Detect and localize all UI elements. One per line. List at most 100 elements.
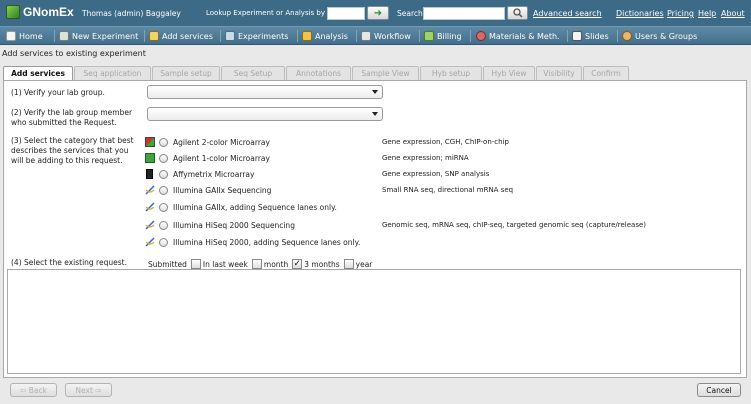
panel-title: Add services to existing experiment bbox=[2, 49, 146, 58]
submitted-label: Submitted bbox=[148, 259, 187, 269]
tab-hyb-setup[interactable]: Hyb setup bbox=[420, 66, 482, 80]
cancel-button[interactable]: Cancel bbox=[697, 383, 741, 397]
category-radio[interactable] bbox=[159, 202, 168, 212]
nav-divider bbox=[419, 30, 420, 42]
lookup-label: Lookup Experiment or Analysis by # bbox=[206, 9, 334, 17]
tab-seq-application[interactable]: Seq application bbox=[74, 66, 151, 80]
filter-3-months-checkbox[interactable]: ✓ bbox=[292, 258, 303, 269]
dictionaries-link[interactable]: Dictionaries bbox=[616, 9, 664, 18]
top-header: GNomEx Thomas (admin) Baggaley Lookup Ex… bbox=[0, 0, 751, 26]
search-input[interactable] bbox=[423, 7, 505, 20]
step1-label: (1) Verify your lab group. bbox=[11, 88, 105, 97]
step3-label: (3) Select the category that best descri… bbox=[11, 136, 134, 165]
house-icon bbox=[6, 31, 16, 41]
app-logo: GNomEx bbox=[6, 5, 74, 19]
category-radio[interactable] bbox=[159, 237, 168, 247]
gnomex-logo-icon bbox=[6, 5, 20, 19]
category-option[interactable]: Illumina HiSeq 2000, adding Sequence lan… bbox=[145, 236, 360, 248]
money-icon bbox=[424, 31, 434, 41]
chart-icon bbox=[302, 31, 312, 41]
slide-icon bbox=[572, 31, 582, 41]
search-label: Search bbox=[397, 9, 423, 18]
affymetrix-icon bbox=[146, 169, 153, 179]
pricing-link[interactable]: Pricing bbox=[667, 9, 694, 18]
category-option[interactable]: Illumina GAIIx Sequencing bbox=[145, 184, 271, 196]
users-icon bbox=[622, 31, 632, 41]
tab-confirm[interactable]: Confirm bbox=[583, 66, 629, 80]
category-option[interactable]: Agilent 1-color Microarray bbox=[145, 152, 270, 164]
category-radio[interactable] bbox=[159, 220, 168, 230]
category-radio[interactable] bbox=[159, 137, 168, 147]
category-description: Gene expression; miRNA bbox=[382, 154, 469, 162]
nav-analysis[interactable]: Analysis bbox=[302, 29, 348, 43]
nav-divider bbox=[54, 30, 55, 42]
agilent-2color-icon bbox=[145, 137, 155, 147]
nav-slides[interactable]: Slides bbox=[572, 29, 609, 43]
tab-sample-setup[interactable]: Sample setup bbox=[152, 66, 220, 80]
advanced-search-link[interactable]: Advanced search bbox=[533, 9, 602, 18]
tab-visibility[interactable]: Visibility bbox=[536, 66, 582, 80]
category-option[interactable]: Agilent 2-color Microarray bbox=[145, 136, 270, 148]
existing-requests-list[interactable] bbox=[7, 269, 741, 374]
category-option[interactable]: Illumina GAIIx, adding Sequence lanes on… bbox=[145, 201, 337, 213]
agilent-1color-icon bbox=[145, 153, 155, 163]
tab-hyb-view[interactable]: Hyb View bbox=[483, 66, 535, 80]
flask-icon bbox=[59, 31, 69, 41]
dropdown-arrow-icon bbox=[372, 112, 378, 116]
category-radio[interactable] bbox=[159, 153, 168, 163]
nav-divider bbox=[617, 30, 618, 42]
tab-annotations[interactable]: Annotations bbox=[286, 66, 351, 80]
back-button[interactable]: ⇦ Back bbox=[10, 383, 57, 397]
category-radio[interactable] bbox=[159, 185, 168, 195]
dna-icon bbox=[145, 202, 155, 212]
lab-group-select[interactable] bbox=[147, 85, 383, 99]
workflow-icon bbox=[361, 31, 371, 41]
lookup-input[interactable] bbox=[327, 7, 365, 20]
nav-experiments[interactable]: Experiments bbox=[225, 29, 288, 43]
filter-last-week-checkbox[interactable] bbox=[190, 259, 201, 269]
category-description: Gene expression, SNP analysis bbox=[382, 170, 490, 178]
tab-seq-setup[interactable]: Seq Setup bbox=[221, 66, 285, 80]
category-description: Gene expression, CGH, ChIP-on-chip bbox=[382, 138, 509, 146]
category-radio[interactable] bbox=[159, 169, 168, 179]
lookup-go-button[interactable]: ➜ bbox=[367, 6, 389, 20]
nav-divider bbox=[220, 30, 221, 42]
category-option[interactable]: Affymetrix Microarray bbox=[145, 168, 254, 180]
step2-label: (2) Verify the lab group member who subm… bbox=[11, 108, 133, 127]
dna-icon bbox=[145, 185, 155, 195]
category-option[interactable]: Illumina HiSeq 2000 Sequencing bbox=[145, 219, 295, 231]
tab-add-services[interactable]: Add services bbox=[3, 66, 73, 80]
nav-divider bbox=[567, 30, 568, 42]
nav-divider bbox=[356, 30, 357, 42]
pencil-icon bbox=[149, 31, 159, 41]
search-button[interactable] bbox=[507, 6, 528, 20]
nav-add-services[interactable]: Add services bbox=[149, 29, 213, 43]
checkmark-icon: ✓ bbox=[293, 258, 301, 269]
dna-icon bbox=[145, 237, 155, 247]
tab-bar: Add services Seq application Sample setu… bbox=[3, 66, 630, 80]
magnifier-icon bbox=[512, 8, 523, 18]
step4-label: (4) Select the existing request. bbox=[11, 258, 127, 267]
filter-year-checkbox[interactable] bbox=[343, 259, 354, 269]
about-link[interactable]: About bbox=[721, 9, 745, 18]
nav-workflow[interactable]: Workflow bbox=[361, 29, 411, 43]
next-button[interactable]: Next ⇨ bbox=[65, 383, 112, 397]
nav-billing[interactable]: Billing bbox=[424, 29, 462, 43]
current-user: Thomas (admin) Baggaley bbox=[82, 9, 181, 18]
tab-sample-view[interactable]: Sample View bbox=[352, 66, 419, 80]
nav-materials-methods[interactable]: Materials & Meth. bbox=[476, 29, 560, 43]
filter-month-checkbox[interactable] bbox=[251, 259, 262, 269]
dropdown-arrow-icon bbox=[372, 90, 378, 94]
nav-divider bbox=[144, 30, 145, 42]
nav-new-experiment[interactable]: New Experiment bbox=[59, 29, 138, 43]
nav-divider bbox=[470, 30, 471, 42]
help-link[interactable]: Help bbox=[698, 9, 716, 18]
arrow-right-icon: ➜ bbox=[373, 7, 383, 19]
category-description: Genomic seq, mRNA seq, chIP-seq, targete… bbox=[382, 221, 647, 229]
materials-icon bbox=[476, 31, 486, 41]
category-description: Small RNA seq, directional mRNA seq bbox=[382, 186, 514, 194]
app-name: GNomEx bbox=[23, 5, 74, 19]
nav-home[interactable]: Home bbox=[6, 29, 43, 43]
nav-users-groups[interactable]: Users & Groups bbox=[622, 29, 697, 43]
submitter-select[interactable] bbox=[147, 107, 383, 121]
